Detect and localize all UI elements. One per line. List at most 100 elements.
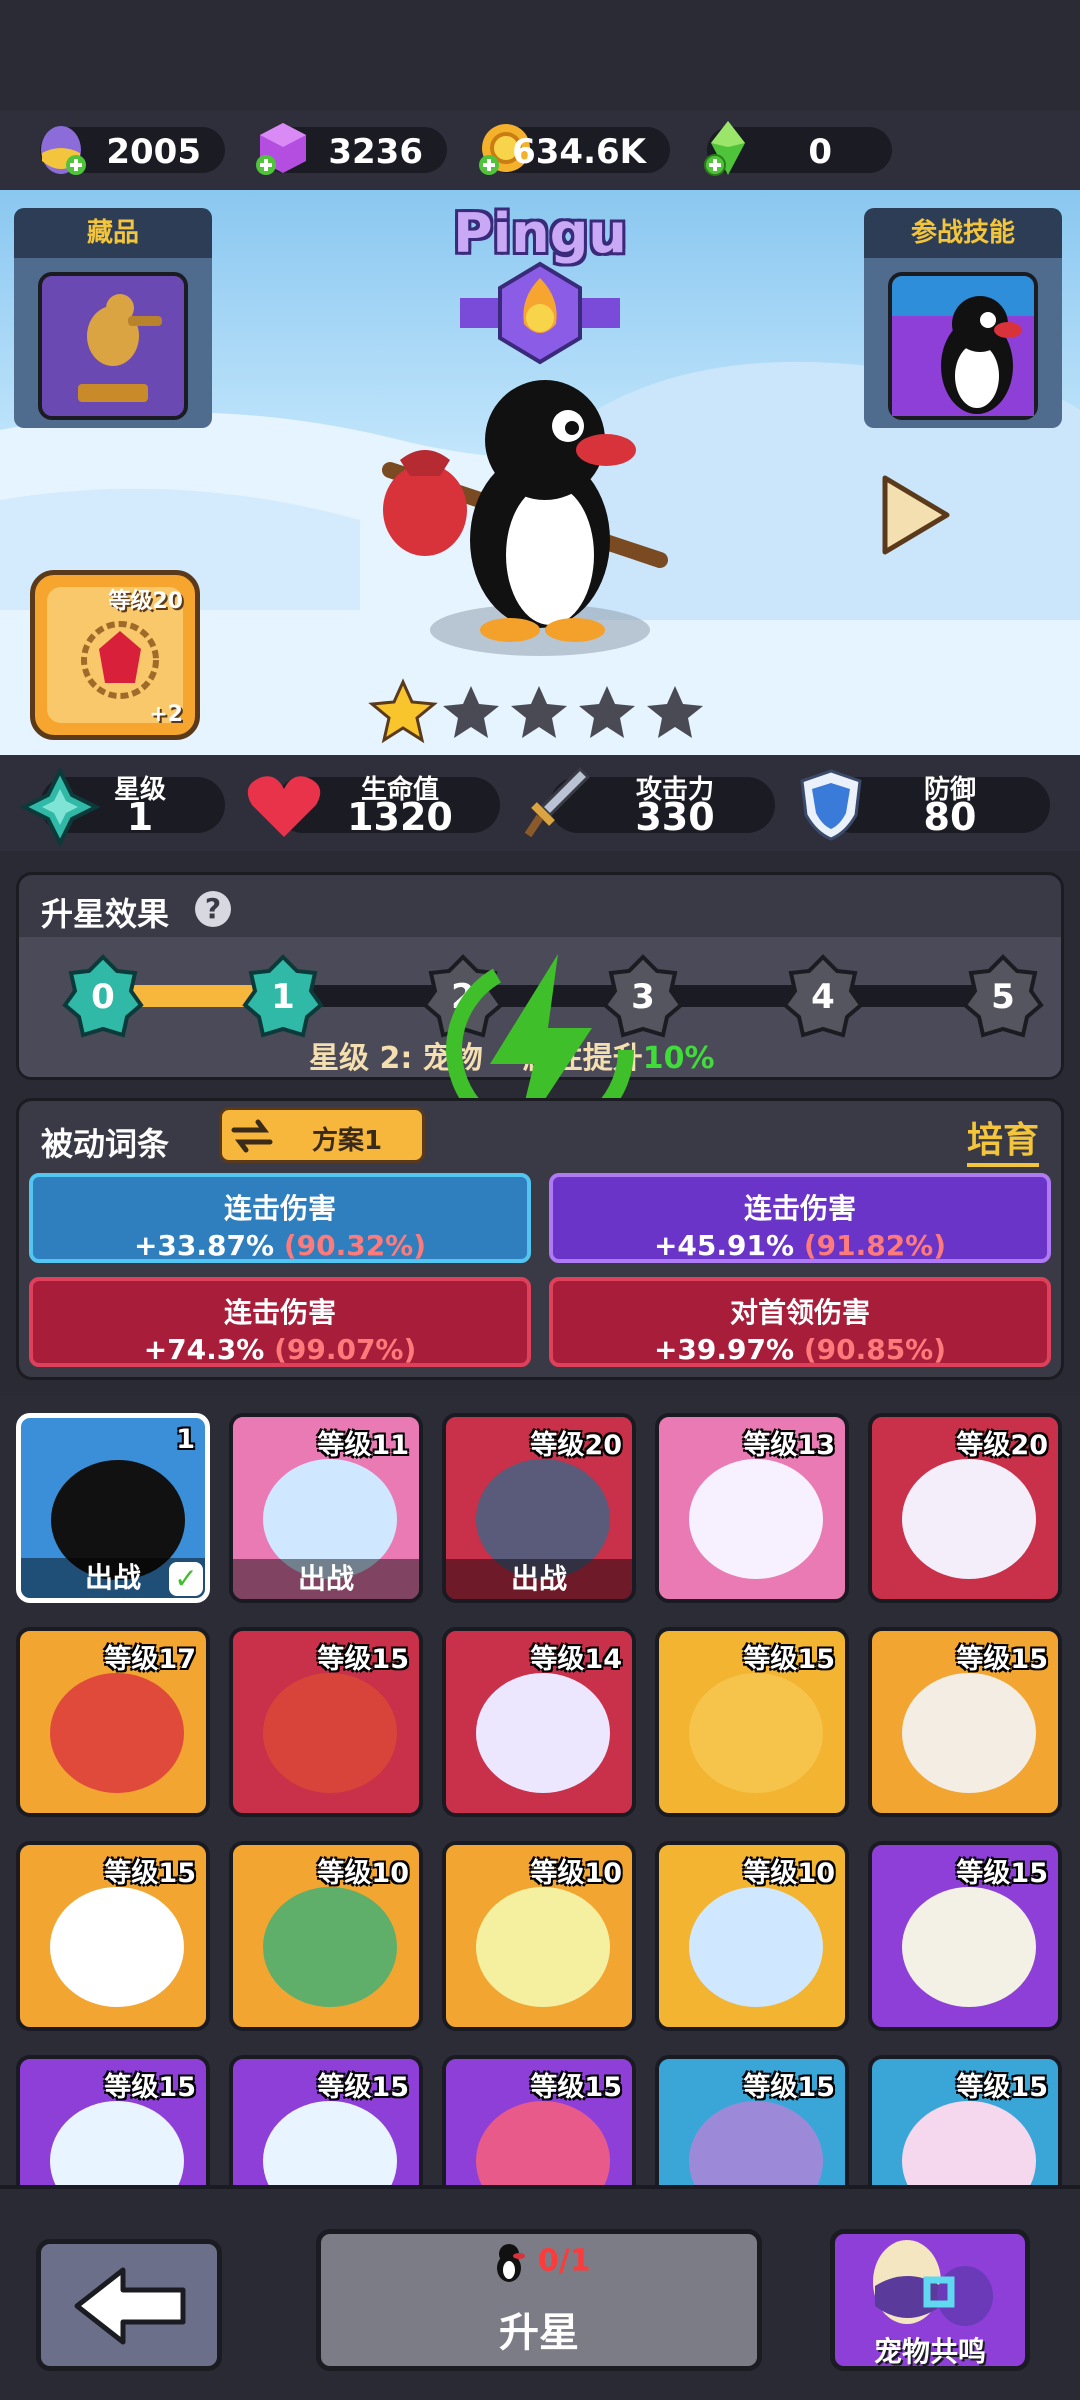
pet-level: 1	[176, 1424, 195, 1455]
pet-card[interactable]: 等级20	[868, 1413, 1062, 1603]
pet-level: 等级15	[317, 1644, 409, 1675]
hero-display: 藏品 参战技能 Pingu 等级20 +2	[0, 190, 1080, 755]
resource-crystals[interactable]: 0	[704, 121, 892, 176]
plan-label: 方案1	[312, 1126, 383, 1156]
pet-level: 等级10	[743, 1858, 835, 1889]
pet-card[interactable]: 等级10	[442, 1841, 636, 2031]
sword-icon	[524, 766, 591, 838]
pet-card[interactable]: 等级15	[868, 2055, 1062, 2185]
pet-portrait	[902, 1887, 1036, 2007]
pet-card[interactable]: 等级15	[16, 1841, 210, 2031]
pet-card[interactable]: 等级14	[442, 1627, 636, 1817]
pet-portrait	[476, 1673, 610, 1793]
pet-portrait	[902, 1459, 1036, 1579]
pet-portrait	[689, 1459, 823, 1579]
stat-value: 80	[923, 795, 977, 839]
affix-max: (90.32%)	[283, 1229, 427, 1262]
pet-card[interactable]: 等级11 出战	[229, 1413, 423, 1603]
upgrade-count: 0/1	[537, 2243, 591, 2279]
pet-portrait	[50, 2101, 184, 2185]
affix-1: 连击伤害 +33.87% (90.32%)	[29, 1173, 531, 1263]
pet-portrait	[689, 1887, 823, 2007]
pet-level: 等级15	[956, 1858, 1048, 1889]
crystal-count: 0	[808, 132, 832, 172]
pet-portrait	[263, 1673, 397, 1793]
shield-icon	[800, 769, 862, 841]
affix-max: (90.85%)	[803, 1333, 947, 1366]
pet-card[interactable]: 等级13	[655, 1413, 849, 1603]
pet-level: 等级17	[104, 1644, 196, 1675]
trophy-icon	[38, 272, 188, 420]
pet-level: 等级14	[530, 1644, 622, 1675]
battle-skill-slot[interactable]	[864, 258, 1062, 428]
pet-card[interactable]: 等级15	[655, 1627, 849, 1817]
pet-level: 等级20	[530, 1430, 622, 1461]
collection-slot[interactable]	[14, 258, 212, 428]
resource-eggs[interactable]: 2005	[40, 126, 225, 175]
pet-card[interactable]: 等级15	[442, 2055, 636, 2185]
pet-card[interactable]: 等级15	[229, 2055, 423, 2185]
back-arrow-icon	[74, 2267, 186, 2345]
pet-portrait	[263, 2101, 397, 2185]
pet-grid: 1 出战 ✓ 等级11 出战 等级20 出战 等级13 等级20 等级17 等级15 等级14 等级15…	[0, 1395, 1080, 2185]
pet-level: 等级15	[743, 1644, 835, 1675]
pet-bond-button[interactable]: 宠物共鸣	[830, 2229, 1030, 2371]
star-effect-title: 升星效果	[41, 895, 170, 933]
pet-card[interactable]: 等级20 出战	[442, 1413, 636, 1603]
star-node-4: 4	[811, 977, 835, 1017]
pet-level: 等级20	[956, 1430, 1048, 1461]
level-badge-text: 等级20	[108, 589, 183, 614]
affix-name: 连击伤害	[223, 1192, 336, 1225]
pet-level: 等级15	[104, 2072, 196, 2103]
pingu-mini-icon	[497, 2244, 526, 2282]
star-node-0: 0	[91, 977, 115, 1017]
affix-max: (99.07%)	[274, 1333, 417, 1366]
pet-level: 等级15	[317, 2072, 409, 2103]
affix-name: 对首领伤害	[729, 1296, 870, 1329]
level-badge[interactable]: 等级20 +2	[30, 570, 200, 740]
pet-card[interactable]: 等级17	[16, 1627, 210, 1817]
cultivate-button[interactable]: 培育	[966, 1111, 1039, 1167]
affix-value: +33.87%	[133, 1229, 275, 1262]
pet-portrait	[263, 1887, 397, 2007]
pet-card[interactable]: 等级15	[868, 1627, 1062, 1817]
pet-card[interactable]: 等级15	[655, 2055, 849, 2185]
star-node-1: 1	[271, 977, 295, 1017]
pet-card[interactable]: 等级10	[229, 1841, 423, 2031]
check-icon: ✓	[169, 1562, 203, 1596]
pet-portrait	[902, 1673, 1036, 1793]
pet-card[interactable]: 1 出战 ✓	[16, 1413, 210, 1603]
star-rating	[368, 678, 708, 748]
next-pet-arrow-icon[interactable]	[875, 470, 955, 560]
stat-value: 330	[635, 795, 715, 839]
affix-3: 连击伤害 +74.3% (99.07%)	[29, 1277, 531, 1367]
pet-card[interactable]: 等级15	[16, 2055, 210, 2185]
back-button[interactable]	[36, 2239, 222, 2371]
egg-chain-icon	[873, 2240, 993, 2326]
affix-max: (91.82%)	[803, 1229, 947, 1262]
pet-level: 等级13	[743, 1430, 835, 1461]
plan-switch-button[interactable]: 方案1	[219, 1107, 425, 1163]
pingu-character-art	[382, 380, 668, 642]
pet-portrait	[50, 1887, 184, 2007]
stats-bar: 星级 1 生命值 1320 攻击力 330 防御 80	[0, 755, 1080, 851]
bond-label: 宠物共鸣	[873, 2335, 986, 2368]
skill-icon	[888, 272, 1038, 420]
gem-count: 3236	[328, 132, 423, 172]
pet-card[interactable]: 等级15	[868, 1841, 1062, 2031]
pet-level: 等级10	[317, 1858, 409, 1889]
upgrade-star-button[interactable]: 0/1 升星	[316, 2229, 762, 2371]
pet-level: 等级15	[530, 2072, 622, 2103]
affix-value: +74.3%	[143, 1333, 265, 1366]
passive-panel: 被动词条 方案1 培育 连击伤害 +33.87% (90.32%) 连击伤害 +…	[16, 1098, 1064, 1380]
pet-deployed-label: 出战	[233, 1559, 419, 1599]
pet-card[interactable]: 等级10	[655, 1841, 849, 2031]
collection-tag: 藏品	[14, 208, 212, 258]
pet-card[interactable]: 等级15	[229, 1627, 423, 1817]
help-icon[interactable]: ?	[195, 891, 231, 927]
resource-gems[interactable]: 3236	[256, 123, 447, 175]
pet-level: 等级10	[530, 1858, 622, 1889]
status-bar	[0, 0, 1080, 110]
pet-level: 等级15	[956, 1644, 1048, 1675]
pet-portrait	[689, 1673, 823, 1793]
